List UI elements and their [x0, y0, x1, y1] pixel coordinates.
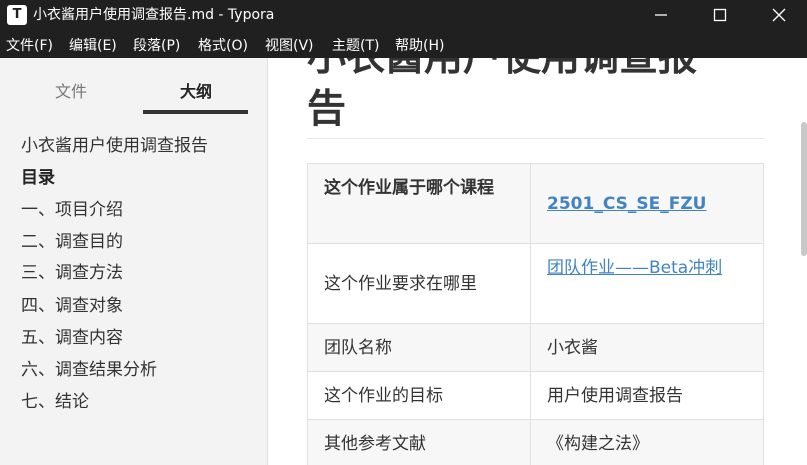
- editor-content[interactable]: 小衣酱用户使用调查报 告 这个作业属于哪个课程 2501_CS_SE_FZU 这…: [269, 58, 807, 465]
- heading-divider: [307, 138, 764, 139]
- outline-item-purpose[interactable]: 二、调查目的: [21, 231, 123, 253]
- window-title: 小衣酱用户使用调查报告.md - Typora: [33, 7, 275, 23]
- outline-item-intro[interactable]: 一、项目介绍: [21, 199, 123, 221]
- menu-view[interactable]: 视图(V): [265, 30, 314, 58]
- menu-format[interactable]: 格式(O): [198, 30, 248, 58]
- table-row: 这个作业属于哪个课程 2501_CS_SE_FZU: [307, 163, 764, 244]
- document-heading-line1: 小衣酱用户使用调查报: [307, 58, 767, 84]
- minimize-icon: [655, 14, 667, 16]
- table-cell: 用户使用调查报告: [547, 386, 683, 406]
- outline-item-method[interactable]: 三、调查方法: [21, 262, 123, 284]
- outline-item-conclusion[interactable]: 七、结论: [21, 391, 89, 413]
- typora-app-icon: T: [7, 5, 27, 25]
- minimize-button[interactable]: [638, 0, 684, 30]
- table-cell: 其他参考文献: [308, 420, 531, 465]
- outline-item-toc[interactable]: 目录: [21, 167, 55, 189]
- table-cell: 这个作业要求在哪里: [308, 244, 531, 323]
- menu-help[interactable]: 帮助(H): [395, 30, 444, 58]
- title-bar: T 小衣酱用户使用调查报告.md - Typora: [0, 0, 807, 30]
- menu-theme[interactable]: 主题(T): [332, 30, 379, 58]
- table-cell: 团队作业——Beta冲刺: [531, 244, 763, 323]
- table-row: 其他参考文献 《构建之法》: [307, 419, 764, 465]
- menu-paragraph[interactable]: 段落(P): [133, 30, 180, 58]
- document-heading: 小衣酱用户使用调查报 告: [307, 58, 767, 136]
- menu-file[interactable]: 文件(F): [6, 30, 53, 58]
- maximize-icon: [713, 8, 727, 22]
- document-heading-line2: 告: [307, 87, 347, 132]
- outline-item-content[interactable]: 五、调查内容: [21, 327, 123, 349]
- course-link[interactable]: 2501_CS_SE_FZU: [547, 194, 706, 214]
- scrollbar-thumb[interactable]: [801, 122, 807, 256]
- close-icon: [772, 8, 786, 22]
- table-header-cell: 这个作业属于哪个课程: [308, 164, 531, 243]
- table-row: 这个作业要求在哪里 团队作业——Beta冲刺: [307, 243, 764, 324]
- table-cell: 《构建之法》: [547, 434, 649, 454]
- sidebar: 文件 大纲 小衣酱用户使用调查报告 目录 一、项目介绍 二、调查目的 三、调查方…: [0, 58, 268, 465]
- menu-edit[interactable]: 编辑(E): [69, 30, 117, 58]
- maximize-button[interactable]: [697, 0, 743, 30]
- menu-bar: 文件(F) 编辑(E) 段落(P) 格式(O) 视图(V) 主题(T) 帮助(H…: [0, 30, 807, 58]
- table-cell: 小衣酱: [547, 338, 598, 358]
- table-row: 这个作业的目标 用户使用调查报告: [307, 371, 764, 420]
- active-tab-indicator: [143, 110, 248, 114]
- tab-files[interactable]: 文件: [21, 78, 121, 102]
- outline-item-analysis[interactable]: 六、调查结果分析: [21, 359, 157, 381]
- table-cell: 这个作业的目标: [308, 372, 531, 419]
- table-row: 团队名称 小衣酱: [307, 323, 764, 372]
- table-cell: 团队名称: [308, 324, 531, 371]
- tab-outline[interactable]: 大纲: [146, 78, 246, 102]
- outline-item-title[interactable]: 小衣酱用户使用调查报告: [21, 135, 208, 157]
- assignment-link[interactable]: 团队作业——Beta冲刺: [547, 258, 722, 278]
- outline-item-subjects[interactable]: 四、调查对象: [21, 295, 123, 317]
- table-cell: 2501_CS_SE_FZU: [531, 164, 763, 243]
- close-button[interactable]: [756, 0, 802, 30]
